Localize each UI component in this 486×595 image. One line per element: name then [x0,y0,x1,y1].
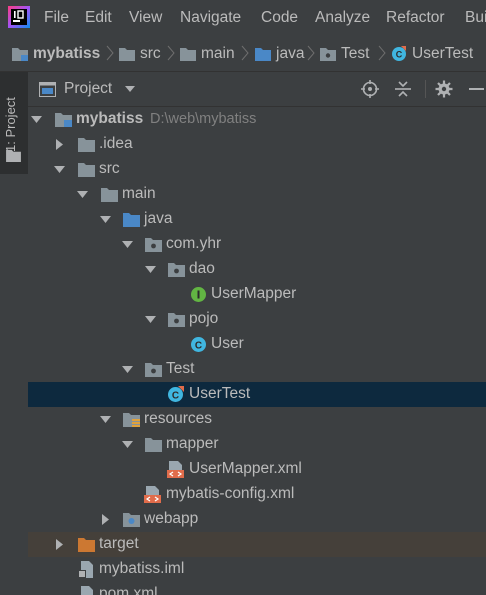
test-class-icon: C [168,386,184,402]
package-icon [145,363,162,377]
package-icon [168,313,185,327]
chevron-right-icon [106,45,114,61]
navigation-bar: mybatiss src main java Test C UserTest [0,36,486,72]
package-icon [145,238,162,252]
tree-item-main[interactable]: main [28,182,486,207]
menu-navigate[interactable]: Navigate [180,9,241,27]
tree-item-usermapper[interactable]: UserMapper [28,282,486,307]
chevron-right-icon [378,45,386,61]
intellij-logo-icon [8,6,30,28]
breadcrumb-usertest[interactable]: C UserTest [391,36,473,71]
tree-item-mybatis-config-xml[interactable]: mybatis-config.xml [28,482,486,507]
tree-item-usermapper-xml[interactable]: UserMapper.xml [28,457,486,482]
expanded-arrow-icon[interactable] [100,414,111,425]
folder-icon [6,149,21,162]
project-tab-label: 1: Project [3,97,18,152]
expanded-arrow-icon[interactable] [145,264,156,275]
tool-window-stripe: 1: Project [0,72,29,595]
tree-item-com-yhr[interactable]: com.yhr [28,232,486,257]
locate-icon[interactable] [361,80,379,98]
expanded-arrow-icon[interactable] [31,114,42,125]
module-folder-icon [12,47,28,61]
project-view-icon [39,82,56,97]
menu-build[interactable]: Build [465,9,486,27]
collapsed-arrow-icon[interactable] [54,139,65,150]
tree-item-src[interactable]: src [28,157,486,182]
tree-item-mybatiss[interactable]: mybatiss D:\web\mybatiss [28,107,486,132]
project-tool-tab[interactable]: 1: Project [0,72,28,174]
folder-icon [78,138,95,152]
menu-edit[interactable]: Edit [85,9,112,27]
tree-item-pom-xml[interactable]: m pom.xml [28,582,486,595]
expanded-arrow-icon[interactable] [145,314,156,325]
xml-file-icon [167,461,184,478]
tree-item-test[interactable]: Test [28,357,486,382]
interface-icon [191,287,206,302]
package-icon [320,47,336,61]
xml-file-icon [144,486,161,503]
expanded-arrow-icon[interactable] [77,189,88,200]
iml-file-icon [78,561,93,578]
breadcrumb-test[interactable]: Test [320,36,369,71]
tree-item-resources[interactable]: resources [28,407,486,432]
gear-icon[interactable] [435,80,453,98]
web-folder-icon [123,513,140,527]
collapsed-arrow-icon[interactable] [100,514,111,525]
source-folder-icon [255,47,271,61]
expanded-arrow-icon[interactable] [122,364,133,375]
toolbar-divider [425,80,426,98]
chevron-right-icon [167,45,175,61]
project-tree: mybatiss D:\web\mybatiss .idea src main … [28,107,486,595]
tree-item-dao[interactable]: dao [28,257,486,282]
folder-icon [78,163,95,177]
module-folder-icon [55,113,72,127]
tree-item-mybatiss-iml[interactable]: mybatiss.iml [28,557,486,582]
svg-text:C: C [396,49,403,59]
tree-item-usertest[interactable]: C UserTest [28,382,486,407]
tree-item-user[interactable]: C User [28,332,486,357]
project-panel-header: Project [28,72,486,107]
folder-icon [101,188,118,202]
expanded-arrow-icon[interactable] [54,164,65,175]
tree-item-idea[interactable]: .idea [28,132,486,157]
menu-bar: File Edit View Navigate Code Analyze Ref… [0,0,486,36]
tree-item-java[interactable]: java [28,207,486,232]
folder-icon [145,438,162,452]
collapse-all-icon[interactable] [394,80,412,98]
maven-file-icon: m [81,586,93,595]
menu-analyze[interactable]: Analyze [315,9,370,27]
folder-icon [180,47,196,61]
package-icon [168,263,185,277]
breadcrumb-main[interactable]: main [180,36,235,71]
tree-item-pojo[interactable]: pojo [28,307,486,332]
menu-refactor[interactable]: Refactor [386,9,445,27]
hide-icon[interactable] [469,88,484,90]
dropdown-arrow-icon[interactable] [125,86,135,92]
source-folder-icon [123,213,140,227]
folder-icon [119,47,135,61]
expanded-arrow-icon[interactable] [122,239,133,250]
resources-folder-icon [123,413,140,427]
tree-item-target[interactable]: target [28,532,486,557]
expanded-arrow-icon[interactable] [122,439,133,450]
excluded-folder-icon [78,538,95,552]
menu-view[interactable]: View [129,9,162,27]
menu-code[interactable]: Code [261,9,298,27]
panel-title[interactable]: Project [64,80,112,98]
chevron-right-icon [307,45,315,61]
chevron-right-icon [241,45,249,61]
svg-text:C: C [172,390,179,401]
test-class-icon: C [392,45,406,61]
breadcrumb-java[interactable]: java [255,36,304,71]
class-icon: C [191,337,206,352]
breadcrumb-mybatiss[interactable]: mybatiss [12,36,100,71]
tree-item-webapp[interactable]: webapp [28,507,486,532]
breadcrumb-src[interactable]: src [119,36,161,71]
tree-item-mapper[interactable]: mapper [28,432,486,457]
svg-text:C: C [195,340,202,351]
collapsed-arrow-icon[interactable] [54,539,65,550]
expanded-arrow-icon[interactable] [100,214,111,225]
menu-file[interactable]: File [44,9,69,27]
